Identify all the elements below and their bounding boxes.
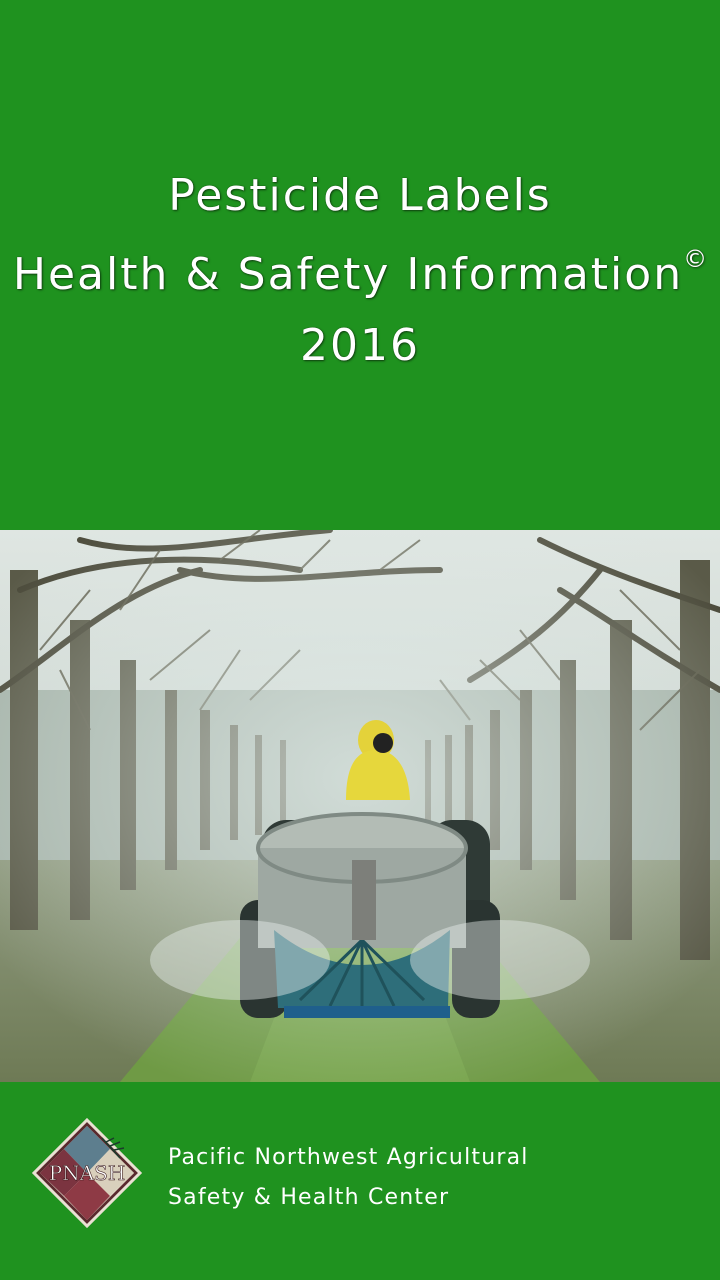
svg-text:PNASH: PNASH [49, 1161, 126, 1185]
pnash-logo: PNASH [31, 1117, 143, 1229]
title-line-1: Pesticide Labels [168, 170, 552, 221]
copyright-symbol: © [683, 245, 708, 273]
title-line-2: Health & Safety Information© [0, 245, 720, 300]
org-name-line-2: Safety & Health Center [168, 1185, 450, 1210]
orchard-sprayer-photo [0, 530, 720, 1082]
title-year: 2016 [300, 320, 420, 371]
title-line-2-text: Health & Safety Information [12, 249, 684, 300]
footer-bar: PNASH Pacific Northwest Agricultural Saf… [0, 1082, 720, 1280]
org-name-line-1: Pacific Northwest Agricultural [168, 1145, 529, 1170]
title-banner: Pesticide Labels Health & Safety Informa… [0, 0, 720, 530]
